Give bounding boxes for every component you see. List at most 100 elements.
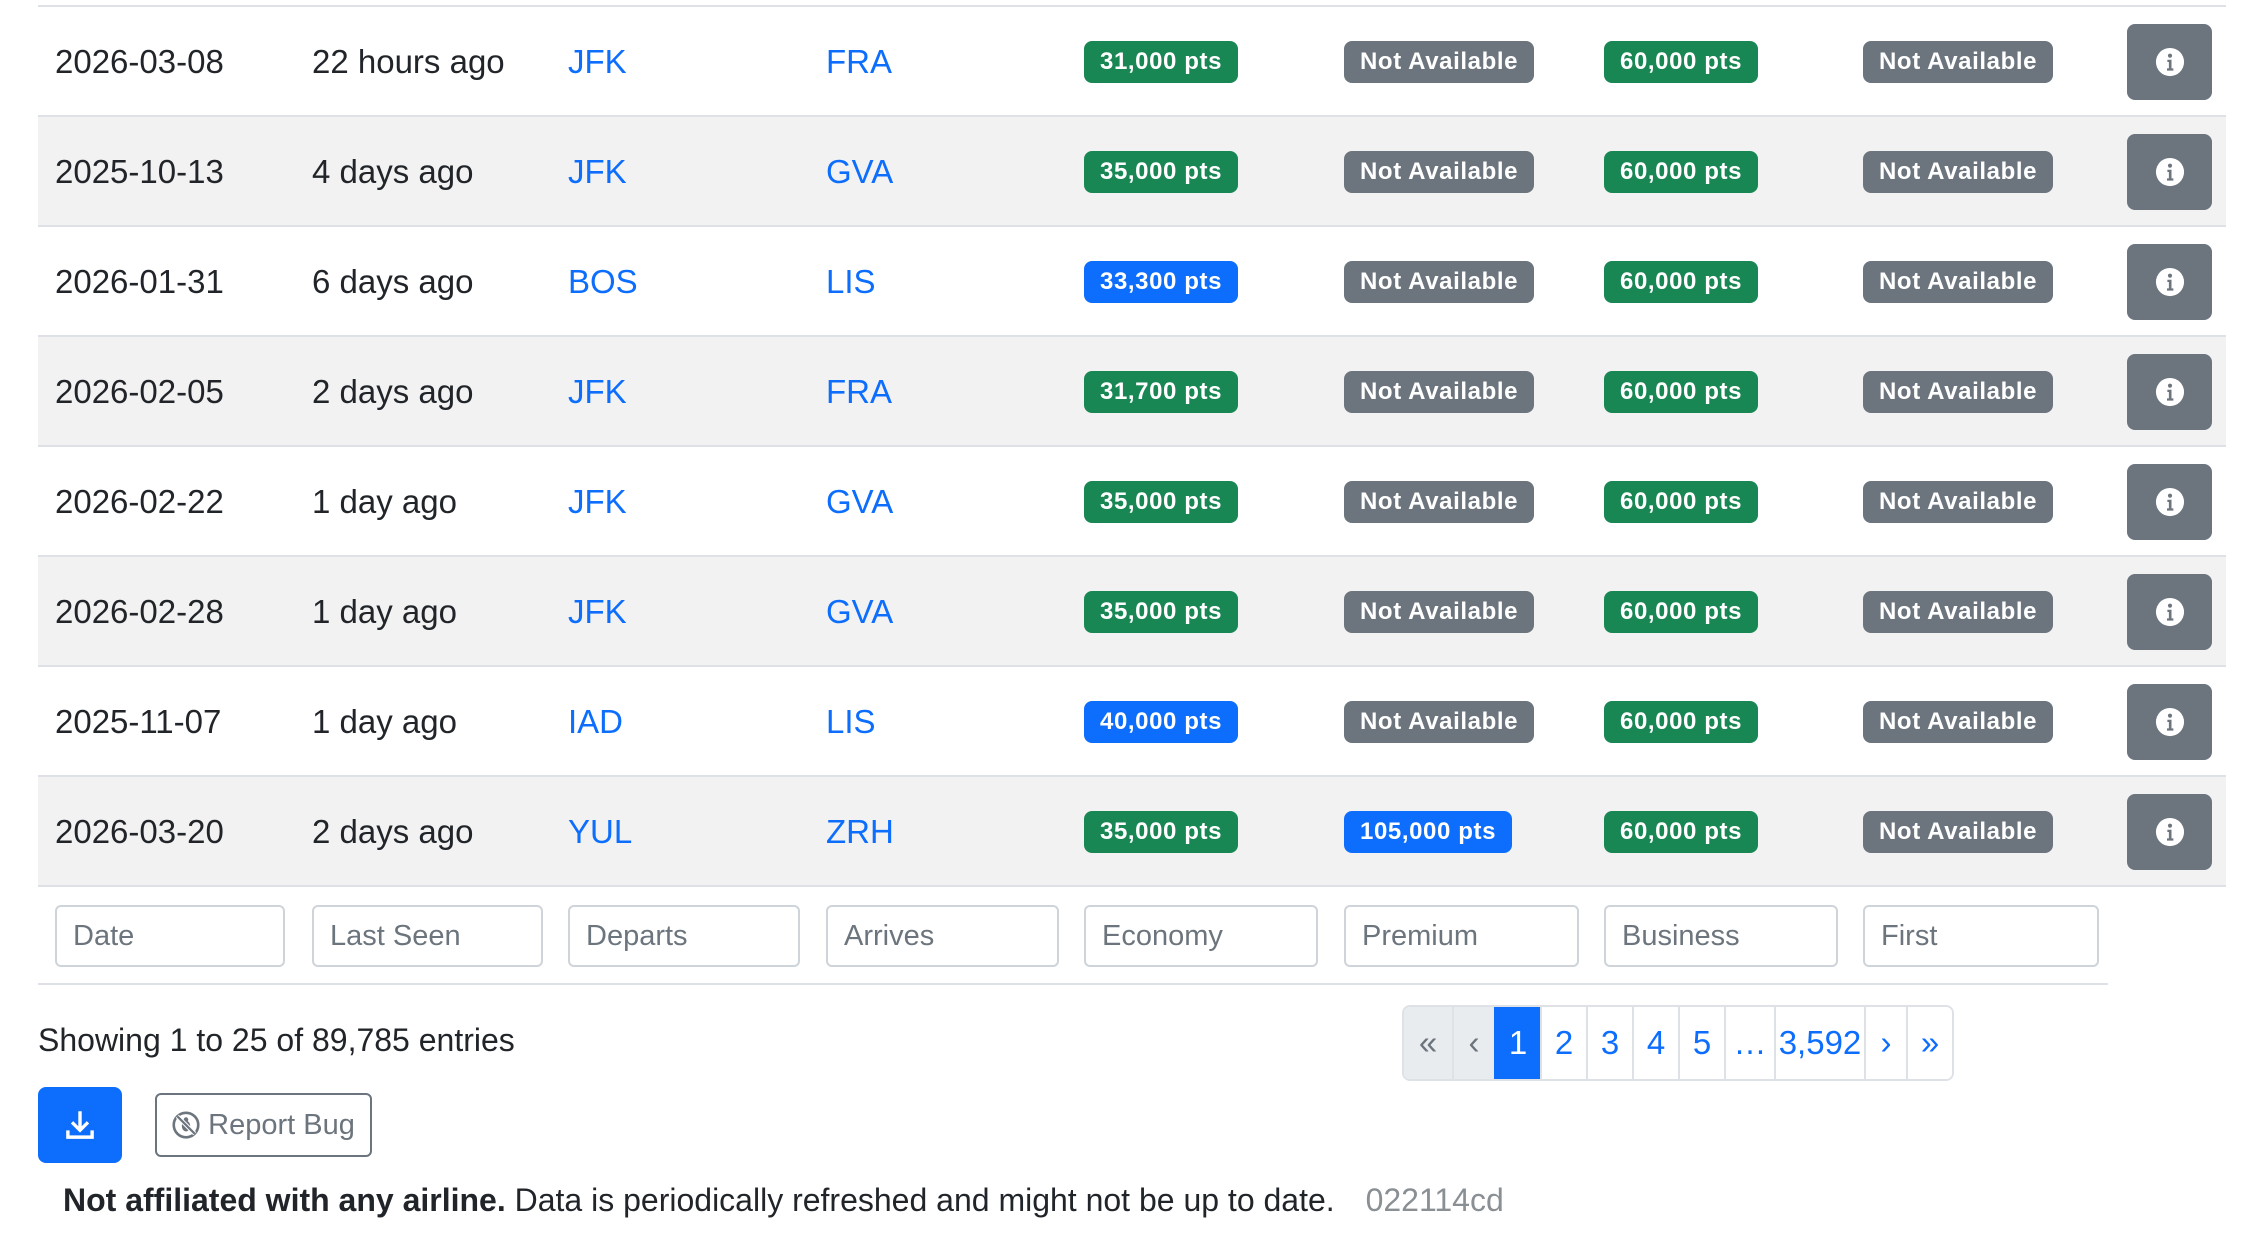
info-button[interactable] [2127,354,2212,430]
info-cell [2127,337,2212,447]
filter-last-seen-input[interactable] [312,905,543,967]
economy-badge: 31,700 pts [1084,371,1239,413]
filter-economy-input[interactable] [1084,905,1318,967]
results-page: 2026-03-08 22 hours ago JFK FRA 31,000 pts No… [0,0,2264,1256]
info-button[interactable] [2127,794,2212,870]
info-circle-icon [2155,597,2184,627]
economy-cell: 40,000 pts [1084,667,1239,777]
filter-first-input[interactable] [1863,905,2099,967]
first-cell: Not Available [1863,117,2054,227]
arrives-link[interactable]: LIS [826,227,876,337]
economy-cell: 33,300 pts [1084,227,1239,337]
page-item[interactable]: 1 [1494,1007,1540,1079]
arrives-link[interactable]: FRA [826,337,892,447]
page-item[interactable]: 4 [1632,1007,1678,1079]
entries-info: Showing 1 to 25 of 89,785 entries [38,1022,515,1058]
business-cell: 60,000 pts [1604,447,1759,557]
economy-cell: 31,700 pts [1084,337,1239,447]
filter-departs-input[interactable] [568,905,800,967]
info-button[interactable] [2127,244,2212,320]
date-cell: 2026-02-05 [55,373,224,410]
economy-badge: 35,000 pts [1084,151,1239,193]
economy-badge: 35,000 pts [1084,811,1239,853]
footer-bold: Not affiliated with any airline. [63,1182,506,1218]
business-badge: 60,000 pts [1604,481,1759,523]
departs-link[interactable]: JFK [568,557,627,667]
last-seen-cell: 2 days ago [312,373,474,410]
info-button[interactable] [2127,684,2212,760]
business-cell: 60,000 pts [1604,7,1759,117]
info-button[interactable] [2127,134,2212,210]
table-row: 2026-02-05 2 days ago JFK FRA 31,700 pts Not … [38,337,2226,447]
info-cell [2127,7,2212,117]
economy-badge: 35,000 pts [1084,481,1239,523]
table-row: 2026-03-20 2 days ago YUL ZRH 35,000 pts 105,… [38,777,2226,887]
info-circle-icon [2155,157,2184,187]
table-row: 2026-03-08 22 hours ago JFK FRA 31,000 pts No… [38,7,2226,117]
first-badge: Not Available [1863,701,2054,743]
download-button[interactable] [38,1087,122,1163]
info-button[interactable] [2127,24,2212,100]
arrives-link[interactable]: GVA [826,557,893,667]
departs-link[interactable]: JFK [568,7,627,117]
departs-link[interactable]: BOS [568,227,638,337]
premium-badge: Not Available [1344,591,1535,633]
date-cell: 2026-03-20 [55,813,224,850]
info-circle-icon [2155,487,2184,517]
page-item[interactable]: … [1724,1007,1774,1079]
page-item[interactable]: 5 [1678,1007,1724,1079]
arrives-link[interactable]: ZRH [826,777,894,887]
filter-date-input[interactable] [55,905,285,967]
info-cell [2127,447,2212,557]
column-filters [38,889,2108,985]
premium-cell: Not Available [1344,227,1535,337]
page-item[interactable]: 3 [1586,1007,1632,1079]
economy-cell: 31,000 pts [1084,7,1239,117]
business-badge: 60,000 pts [1604,811,1759,853]
page-item[interactable]: » [1906,1007,1952,1079]
page-item[interactable]: 2 [1540,1007,1586,1079]
economy-cell: 35,000 pts [1084,447,1239,557]
arrives-link[interactable]: GVA [826,117,893,227]
page-item[interactable]: 3,592 [1774,1007,1864,1079]
premium-cell: Not Available [1344,667,1535,777]
arrives-link[interactable]: FRA [826,7,892,117]
info-cell [2127,557,2212,667]
premium-cell: Not Available [1344,557,1535,667]
arrives-link[interactable]: GVA [826,447,893,557]
departs-link[interactable]: JFK [568,337,627,447]
economy-badge: 40,000 pts [1084,701,1239,743]
first-cell: Not Available [1863,557,2054,667]
report-bug-button[interactable]: Report Bug [155,1093,372,1157]
departs-link[interactable]: IAD [568,667,623,777]
download-icon [66,1111,94,1139]
filter-arrives-input[interactable] [826,905,1059,967]
business-cell: 60,000 pts [1604,557,1759,667]
first-cell: Not Available [1863,337,2054,447]
first-cell: Not Available [1863,447,2054,557]
page-item[interactable]: › [1864,1007,1906,1079]
premium-cell: Not Available [1344,7,1535,117]
arrives-link[interactable]: LIS [826,667,876,777]
info-button[interactable] [2127,574,2212,650]
business-badge: 60,000 pts [1604,371,1759,413]
economy-cell: 35,000 pts [1084,557,1239,667]
business-badge: 60,000 pts [1604,151,1759,193]
last-seen-cell: 6 days ago [312,263,474,300]
business-cell: 60,000 pts [1604,227,1759,337]
last-seen-cell: 22 hours ago [312,43,505,80]
premium-cell: Not Available [1344,117,1535,227]
filter-premium-input[interactable] [1344,905,1579,967]
departs-link[interactable]: JFK [568,117,627,227]
table-row: 2025-10-13 4 days ago JFK GVA 35,000 pts Not … [38,117,2226,227]
build-hash: 022114cd [1365,1182,1504,1218]
date-cell: 2025-11-07 [55,703,222,740]
info-cell [2127,777,2212,887]
footer-text: Data is periodically refreshed and might… [514,1182,1335,1218]
date-cell: 2026-02-22 [55,483,224,520]
premium-cell: Not Available [1344,447,1535,557]
departs-link[interactable]: JFK [568,447,627,557]
info-button[interactable] [2127,464,2212,540]
departs-link[interactable]: YUL [568,777,632,887]
filter-business-input[interactable] [1604,905,1838,967]
